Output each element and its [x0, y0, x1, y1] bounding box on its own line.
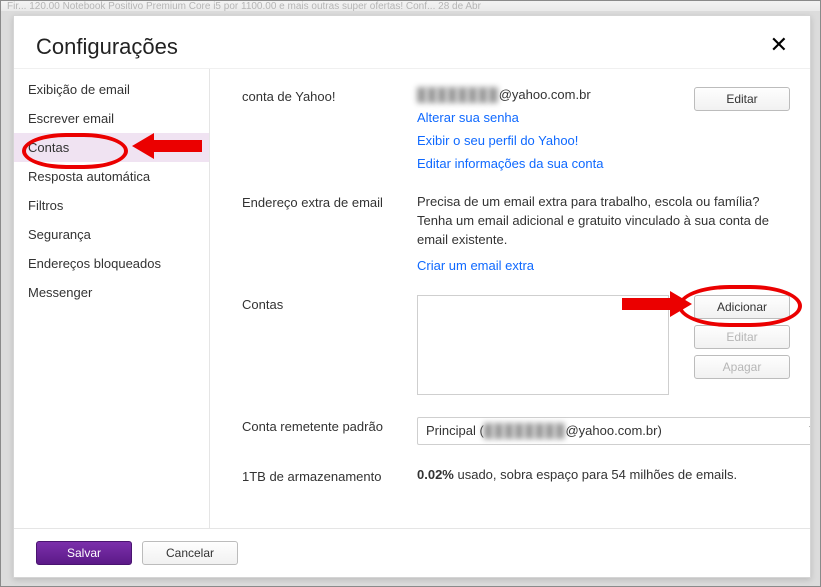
- link-change-password[interactable]: Alterar sua senha: [417, 110, 676, 125]
- sidebar-item-accounts[interactable]: Contas: [14, 133, 209, 162]
- row-extra-email: Endereço extra de email Precisa de um em…: [242, 193, 786, 273]
- sidebar-item-label: Filtros: [28, 198, 63, 213]
- sidebar-item-label: Resposta automática: [28, 169, 150, 184]
- label-default-sender: Conta remetente padrão: [242, 417, 417, 434]
- link-view-profile[interactable]: Exibir o seu perfil do Yahoo!: [417, 133, 676, 148]
- select-text-suffix: @yahoo.com.br): [565, 423, 661, 438]
- save-button[interactable]: Salvar: [36, 541, 132, 565]
- storage-rest: usado, sobra espaço para 54 milhões de e…: [454, 467, 737, 482]
- sidebar-item-messenger[interactable]: Messenger: [14, 278, 209, 307]
- close-icon[interactable]: ✕: [770, 34, 788, 56]
- link-edit-account-info[interactable]: Editar informações da sua conta: [417, 156, 676, 171]
- delete-account-button: Apagar: [694, 355, 790, 379]
- label-storage: 1TB de armazenamento: [242, 467, 417, 484]
- extra-email-description: Precisa de um email extra para trabalho,…: [417, 193, 786, 250]
- modal-title: Configurações: [36, 34, 178, 60]
- row-yahoo-account: conta de Yahoo! ████████@yahoo.com.br Al…: [242, 87, 786, 171]
- account-email-domain: @yahoo.com.br: [499, 87, 591, 102]
- settings-sidebar: Exibição de email Escrever email Contas …: [14, 69, 210, 528]
- sidebar-item-label: Messenger: [28, 285, 92, 300]
- label-extra-email: Endereço extra de email: [242, 193, 417, 210]
- row-default-sender: Conta remetente padrão Principal (██████…: [242, 417, 786, 445]
- chevron-down-icon: ﹀: [809, 423, 810, 439]
- label-yahoo-account: conta de Yahoo!: [242, 87, 417, 104]
- settings-modal: Configurações ✕ Exibição de email Escrev…: [13, 15, 811, 578]
- background-faded-text: Fir... 120.00 Notebook Positivo Premium …: [1, 1, 820, 11]
- sidebar-item-label: Exibição de email: [28, 82, 130, 97]
- select-hidden-part: ████████: [484, 423, 566, 438]
- sidebar-item-label: Endereços bloqueados: [28, 256, 161, 271]
- sidebar-item-compose-email[interactable]: Escrever email: [14, 104, 209, 133]
- sidebar-item-blocked[interactable]: Endereços bloqueados: [14, 249, 209, 278]
- edit-yahoo-account-button[interactable]: Editar: [694, 87, 790, 111]
- link-create-extra-email[interactable]: Criar um email extra: [417, 258, 786, 273]
- sidebar-item-label: Escrever email: [28, 111, 114, 126]
- label-accounts: Contas: [242, 295, 417, 312]
- accounts-listbox[interactable]: [417, 295, 669, 395]
- sidebar-item-label: Segurança: [28, 227, 91, 242]
- sidebar-item-view-email[interactable]: Exibição de email: [14, 75, 209, 104]
- account-email-hidden: ████████: [417, 87, 499, 102]
- cancel-button[interactable]: Cancelar: [142, 541, 238, 565]
- edit-account-button: Editar: [694, 325, 790, 349]
- default-sender-select[interactable]: Principal (████████@yahoo.com.br) ﹀: [417, 417, 810, 445]
- row-accounts: Contas Adicionar Editar Apagar: [242, 295, 786, 395]
- select-text-prefix: Principal (: [426, 423, 484, 438]
- add-account-button[interactable]: Adicionar: [694, 295, 790, 319]
- sidebar-item-auto-reply[interactable]: Resposta automática: [14, 162, 209, 191]
- sidebar-item-filters[interactable]: Filtros: [14, 191, 209, 220]
- storage-percent: 0.02%: [417, 467, 454, 482]
- sidebar-item-security[interactable]: Segurança: [14, 220, 209, 249]
- sidebar-item-label: Contas: [28, 140, 69, 155]
- row-storage: 1TB de armazenamento 0.02% usado, sobra …: [242, 467, 786, 484]
